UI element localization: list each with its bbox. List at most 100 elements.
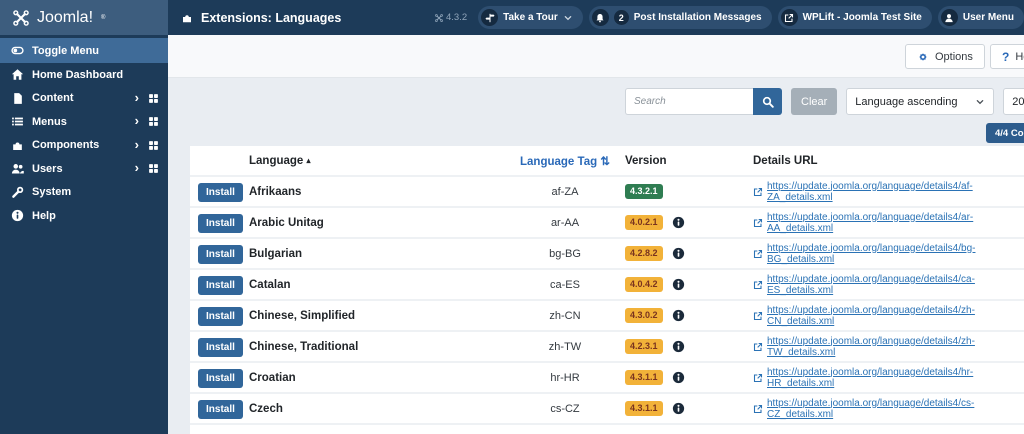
sidebar-item-content[interactable]: Content › — [0, 87, 168, 111]
header-tag-label: Language Tag — [520, 155, 598, 168]
columns-button[interactable]: 4/4 Columns — [986, 123, 1024, 143]
language-tag: cs-CZ — [510, 393, 620, 425]
chevron-down-icon — [563, 13, 573, 23]
search-button[interactable] — [753, 88, 782, 115]
grid-icon[interactable] — [148, 163, 159, 174]
install-button[interactable]: Install — [198, 399, 243, 419]
chevron-right-icon[interactable]: › — [135, 138, 139, 153]
sort-icon: ⇅ — [600, 155, 610, 168]
clear-button[interactable]: Clear — [791, 88, 838, 115]
info-icon[interactable] — [672, 278, 685, 291]
file-icon — [10, 92, 25, 105]
external-link-icon — [753, 342, 763, 352]
language-name: Afrikaans — [240, 176, 510, 208]
sidebar-item-label: Home Dashboard — [32, 68, 124, 81]
install-button[interactable]: Install — [198, 182, 243, 202]
install-button[interactable]: Install — [198, 213, 243, 233]
table-row: Install Arabic Unitag ar-AA 4.0.2.1 http… — [190, 207, 1024, 239]
details-url-text: https://update.joomla.org/language/detai… — [767, 273, 975, 296]
sidebar-item-label: Toggle Menu — [32, 44, 100, 57]
info-icon[interactable] — [672, 247, 685, 260]
help-button[interactable]: ? Help — [990, 44, 1024, 69]
details-url-link[interactable]: https://update.joomla.org/language/detai… — [753, 305, 1024, 327]
limit-value: 20 — [1012, 95, 1024, 108]
details-url-link[interactable]: https://update.joomla.org/language/detai… — [753, 212, 1024, 234]
main: Options ? Help Clear Language ascending … — [168, 35, 1024, 434]
language-tag: ca-ES — [510, 269, 620, 301]
search-icon — [762, 96, 774, 108]
info-icon[interactable] — [672, 402, 685, 415]
pill-bell[interactable]: 2 Post Installation Messages — [588, 6, 772, 29]
count-badge: 2 — [613, 10, 629, 25]
sidebar-item-toggle-menu[interactable]: Toggle Menu — [0, 38, 168, 63]
external-link-icon — [753, 404, 763, 414]
external-link-icon — [753, 187, 763, 197]
table-row: Install Croatian hr-HR 4.3.1.1 https://u… — [190, 362, 1024, 394]
install-button[interactable]: Install — [198, 275, 243, 295]
sidebar-item-components[interactable]: Components › — [0, 134, 168, 158]
pill-user[interactable]: User Menu — [937, 6, 1024, 29]
version-text: 4.3.2 — [445, 12, 468, 23]
sidebar: Toggle Menu Home Dashboard Content › Men… — [0, 35, 168, 434]
details-url-link[interactable]: https://update.joomla.org/language/detai… — [753, 243, 1024, 265]
language-tag: bg-BG — [510, 238, 620, 270]
grid-icon[interactable] — [148, 116, 159, 127]
sidebar-item-help[interactable]: Help — [0, 204, 168, 228]
install-button[interactable]: Install — [198, 306, 243, 326]
help-label: Help — [1015, 50, 1024, 63]
header-language-tag[interactable]: Language Tag ⇅ — [510, 146, 620, 177]
chevron-right-icon[interactable]: › — [135, 114, 139, 129]
screen: Joomla! ® Extensions: Languages 4.3.2 Ta… — [0, 0, 1024, 434]
details-url-link[interactable]: https://update.joomla.org/language/detai… — [753, 336, 1024, 358]
install-button[interactable]: Install — [198, 244, 243, 264]
toolbar: Options ? Help — [168, 35, 1024, 78]
details-url-link[interactable]: https://update.joomla.org/language/detai… — [753, 367, 1024, 389]
install-button[interactable]: Install — [198, 337, 243, 357]
install-button[interactable]: Install — [198, 368, 243, 388]
header-language[interactable]: Language ▴ — [240, 146, 510, 177]
joomla-version: 4.3.2 — [435, 12, 467, 23]
grid-icon[interactable] — [148, 140, 159, 151]
grid-icon[interactable] — [148, 93, 159, 104]
chevron-right-icon[interactable]: › — [135, 91, 139, 106]
pill-external[interactable]: WPLift - Joomla Test Site — [777, 6, 932, 29]
language-name: Catalan — [240, 269, 510, 301]
details-url-link[interactable]: https://update.joomla.org/language/detai… — [753, 181, 1024, 203]
version-badge: 4.2.3.1 — [625, 338, 663, 354]
limit-select[interactable]: 20 — [1003, 88, 1024, 115]
tour-icon — [481, 9, 499, 26]
sidebar-item-users[interactable]: Users › — [0, 157, 168, 181]
search-input[interactable] — [625, 88, 753, 115]
external-link-icon — [753, 218, 763, 228]
options-button[interactable]: Options — [905, 44, 985, 69]
joomla-logo[interactable]: Joomla! ® — [0, 0, 168, 35]
sort-select[interactable]: Language ascending — [846, 88, 995, 115]
sidebar-item-home-dashboard[interactable]: Home Dashboard — [0, 63, 168, 87]
details-url-text: https://update.joomla.org/language/detai… — [767, 366, 974, 389]
sidebar-item-system[interactable]: System — [0, 181, 168, 205]
joomla-logo-icon — [13, 10, 29, 26]
info-icon[interactable] — [672, 309, 685, 322]
info-icon[interactable] — [672, 340, 685, 353]
language-name: Bulgarian — [240, 238, 510, 270]
details-url-text: https://update.joomla.org/language/detai… — [767, 304, 975, 327]
sidebar-item-menus[interactable]: Menus › — [0, 110, 168, 134]
details-url-link[interactable]: https://update.joomla.org/language/detai… — [753, 398, 1024, 420]
puzzle-icon — [181, 12, 193, 24]
pill-tour[interactable]: Take a Tour — [478, 6, 583, 29]
details-url-link[interactable]: https://update.joomla.org/language/detai… — [753, 274, 1024, 296]
table-row: Install Bulgarian bg-BG 4.2.8.2 https://… — [190, 238, 1024, 270]
options-label: Options — [935, 50, 973, 63]
details-url-text: https://update.joomla.org/language/detai… — [767, 397, 975, 420]
sidebar-item-label: Help — [32, 209, 56, 222]
joomla-mark-icon — [435, 14, 443, 22]
version-badge: 4.3.2.1 — [625, 183, 663, 199]
topbar-right: 4.3.2 Take a Tour 2 Post Installation Me… — [435, 6, 1024, 29]
topbar-pills: Take a Tour 2 Post Installation Messages… — [478, 6, 1024, 29]
details-url-text: https://update.joomla.org/language/detai… — [767, 335, 975, 358]
info-icon[interactable] — [672, 371, 685, 384]
external-link-icon — [753, 373, 763, 383]
info-icon[interactable] — [672, 216, 685, 229]
chevron-right-icon[interactable]: › — [135, 161, 139, 176]
filter-bar: Clear Language ascending 20 — [625, 88, 1024, 115]
